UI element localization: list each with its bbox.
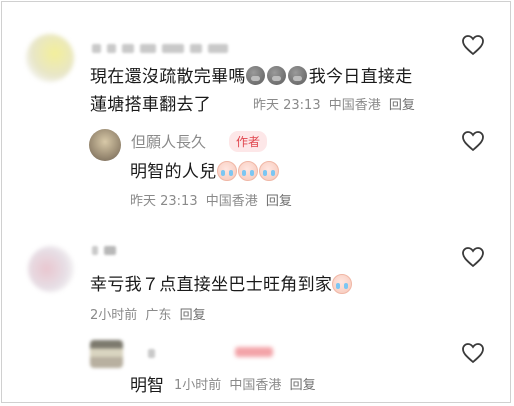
avatar[interactable]: [89, 129, 121, 161]
comment-text-line1: 現在還沒疏散完畢嗎 我今日直接走: [90, 62, 413, 87]
crying-face-emoji-icon: [332, 274, 353, 294]
redacted-badge: [235, 347, 273, 357]
heart-outline-icon[interactable]: [461, 246, 485, 268]
comment-text-line2: 蓮塘搭車翻去了: [90, 90, 211, 115]
username-redacted: [92, 42, 228, 54]
reply-location: 中国香港: [205, 194, 258, 209]
comment-text-part: 我今日直接走: [308, 67, 413, 87]
reply-text-part: 明智的人兒: [130, 162, 217, 182]
crying-face-emoji-icon: [216, 161, 237, 181]
comment-location: 中国香港: [328, 98, 381, 113]
reply-button[interactable]: 回复: [266, 194, 292, 209]
reply-meta: 1小时前 中国香港 回复: [174, 374, 320, 393]
gray-face-emoji-icon: [287, 66, 307, 85]
gray-face-emoji-icon: [245, 66, 265, 85]
comment-text-part: 幸亏我７点直接坐巴士旺角到家: [90, 275, 333, 295]
avatar[interactable]: [28, 246, 74, 292]
reply-username[interactable]: 但願人長久: [131, 131, 206, 152]
avatar[interactable]: [90, 340, 123, 368]
comment-meta: 2小时前 广东 回复: [90, 304, 210, 323]
reply-text: 明智的人兒: [130, 157, 280, 182]
username-redacted: [148, 347, 155, 359]
author-badge: 作者: [229, 131, 268, 152]
reply-time: 昨天 23:13: [130, 194, 198, 209]
comment-text-part: 蓮塘搭車翻去了: [90, 95, 212, 115]
avatar[interactable]: [26, 34, 74, 82]
reply-location: 中国香港: [229, 378, 282, 393]
heart-outline-icon[interactable]: [461, 130, 485, 152]
username-redacted: [92, 244, 116, 256]
comment-location: 广东: [145, 308, 172, 323]
comment-meta: 昨天 23:13 中国香港 回复: [253, 94, 419, 113]
reply-button[interactable]: 回复: [389, 98, 415, 113]
reply-meta: 昨天 23:13 中国香港 回复: [130, 190, 296, 209]
comment-text-part: 現在還沒疏散完畢嗎: [90, 67, 246, 87]
crying-face-emoji-icon: [258, 161, 279, 181]
gray-face-emoji-icon: [266, 66, 286, 85]
reply-time: 1小时前: [174, 378, 222, 393]
heart-outline-icon[interactable]: [461, 342, 485, 364]
crying-face-emoji-icon: [237, 161, 258, 181]
comment-text: 幸亏我７点直接坐巴士旺角到家: [90, 270, 353, 295]
reply-text: 明智: [130, 376, 164, 396]
comment-time: 2小时前: [90, 308, 138, 323]
comment-time: 昨天 23:13: [253, 98, 321, 113]
reply-button[interactable]: 回复: [180, 308, 206, 323]
heart-outline-icon[interactable]: [461, 34, 485, 56]
reply-button[interactable]: 回复: [290, 378, 316, 393]
